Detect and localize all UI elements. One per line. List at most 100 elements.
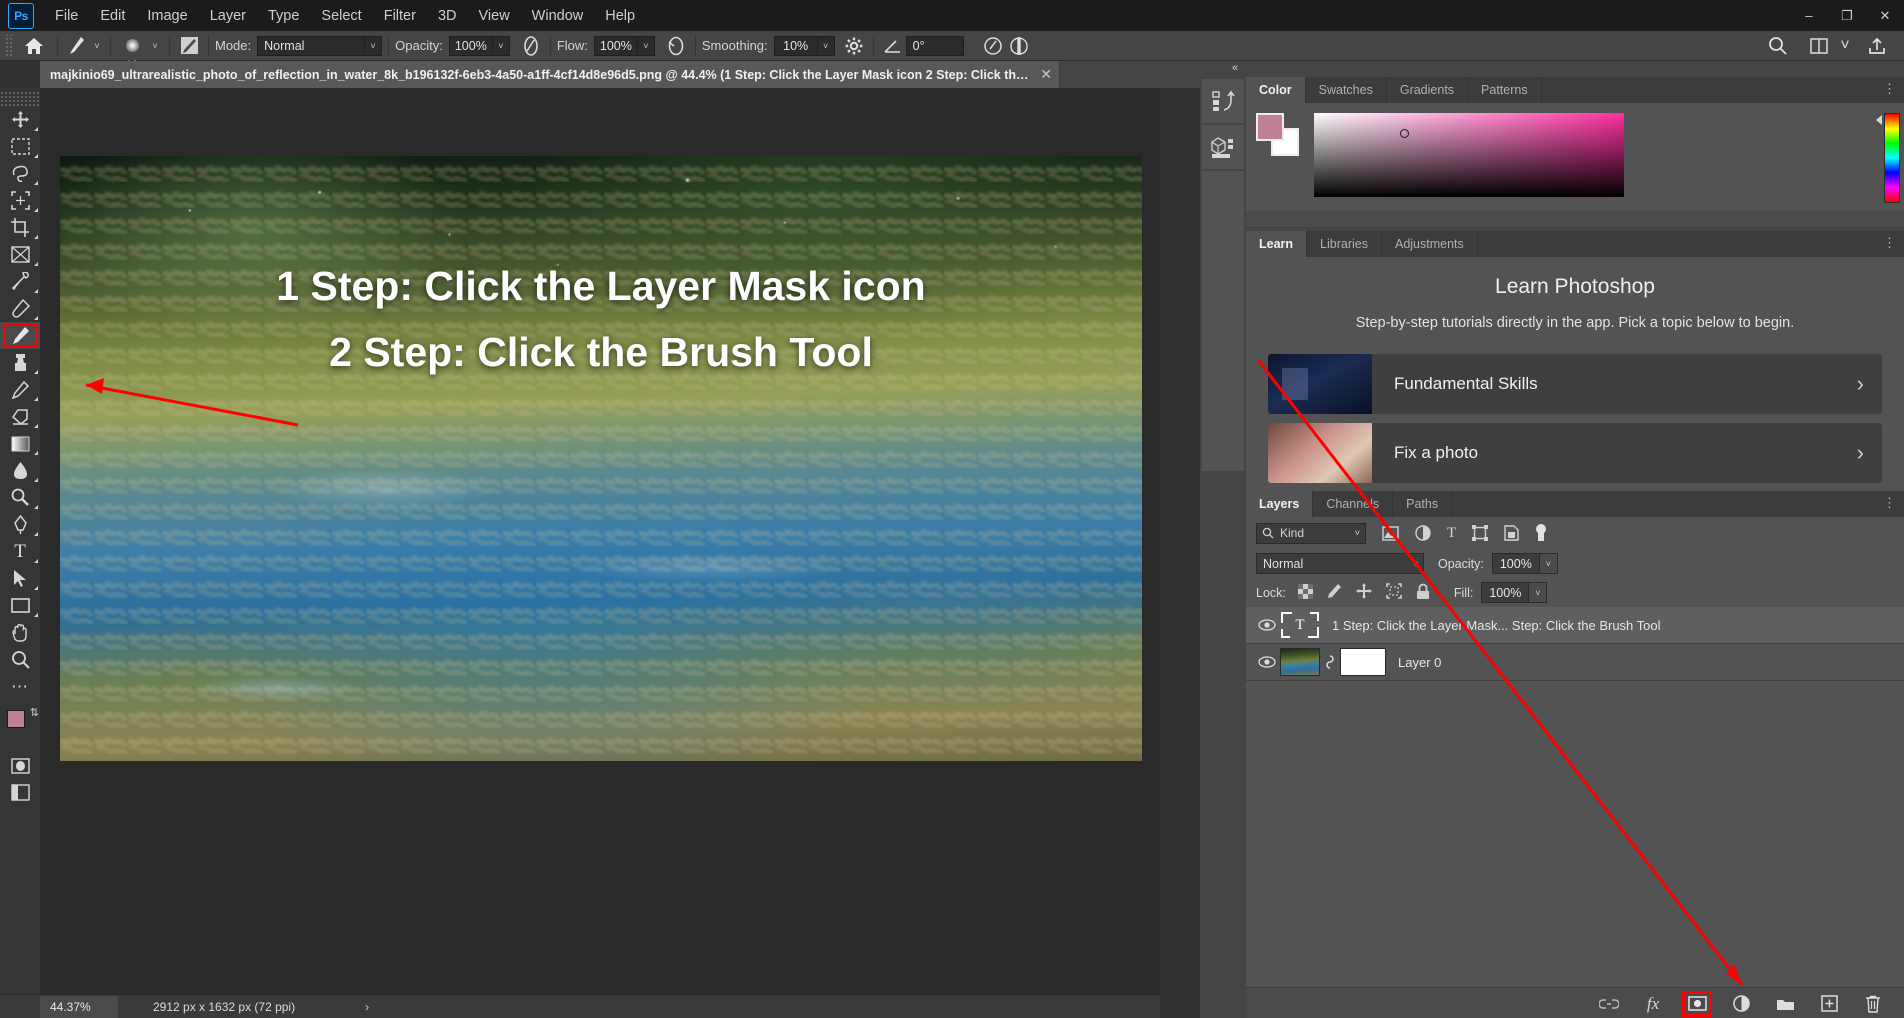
new-layer-icon[interactable] [1818, 993, 1840, 1015]
menu-layer[interactable]: Layer [199, 2, 257, 30]
lock-position-icon[interactable] [1355, 583, 1372, 602]
color-spectrum-ramp[interactable] [1314, 113, 1624, 197]
tools-panel-grip[interactable] [0, 92, 40, 106]
tool-crop[interactable] [0, 214, 40, 241]
layer-filter-kind-dropdown[interactable]: Kind ˅ [1256, 522, 1366, 544]
tab-learn[interactable]: Learn [1246, 231, 1308, 257]
tool-edit-toolbar[interactable]: ⋯ [0, 673, 40, 700]
swap-colors-icon[interactable]: ⇅ [30, 706, 39, 719]
layer-opacity-input[interactable]: 100% ˅ [1491, 553, 1558, 574]
tool-history-brush[interactable] [0, 376, 40, 403]
tool-spot-healing-brush[interactable] [0, 295, 40, 322]
flow-input[interactable]: 100% ˅ [593, 35, 655, 56]
brush-settings-chevron-icon[interactable]: ˅ [147, 41, 163, 51]
canvas-area[interactable]: 1 Step: Click the Layer Mask icon 2 Step… [40, 88, 1160, 994]
menu-select[interactable]: Select [310, 2, 372, 30]
tool-eyedropper[interactable] [0, 268, 40, 295]
layer-visibility-icon[interactable] [1254, 619, 1280, 631]
menu-view[interactable]: View [468, 2, 521, 30]
layer-row-text[interactable]: T 1 Step: Click the Layer Mask... Step: … [1246, 607, 1904, 644]
layer-style-fx-icon[interactable]: fx [1642, 993, 1664, 1015]
layer-mask-link-icon[interactable] [1320, 653, 1340, 671]
tool-object-selection[interactable] [0, 187, 40, 214]
new-fill-adjustment-layer-icon[interactable] [1730, 993, 1752, 1015]
tool-hand[interactable] [0, 619, 40, 646]
menu-help[interactable]: Help [594, 2, 646, 30]
screen-mode-icon[interactable] [0, 779, 40, 806]
brush-angle-value[interactable]: 0° [905, 35, 964, 56]
brush-tool-preset-icon[interactable] [64, 34, 90, 58]
menu-file[interactable]: File [44, 2, 89, 30]
collapse-panels-icon[interactable]: « [1232, 62, 1238, 74]
home-icon[interactable] [17, 34, 51, 58]
tab-adjustments[interactable]: Adjustments [1381, 231, 1478, 257]
tab-layers[interactable]: Layers [1246, 491, 1314, 517]
new-group-icon[interactable] [1774, 993, 1796, 1015]
layer-visibility-icon[interactable] [1254, 656, 1280, 668]
tool-blur[interactable] [0, 457, 40, 484]
learn-panel-menu-icon[interactable]: ⋮ [1883, 235, 1897, 251]
layer-thumbnail-text-icon[interactable]: T [1280, 611, 1320, 639]
blend-mode-dropdown[interactable]: Normal ˅ [257, 35, 383, 56]
filter-shape-icon[interactable] [1472, 525, 1489, 541]
tab-patterns[interactable]: Patterns [1468, 77, 1542, 103]
learn-card-fix-a-photo[interactable]: Fix a photo › [1268, 423, 1882, 484]
tool-clone-stamp[interactable] [0, 349, 40, 376]
tab-libraries[interactable]: Libraries [1307, 231, 1382, 257]
brush-angle-icon[interactable] [880, 34, 906, 58]
brush-preset-chevron-icon[interactable]: ˅ [90, 41, 104, 51]
maximize-button[interactable]: ❐ [1828, 0, 1866, 31]
layer-fill-input[interactable]: 100% ˅ [1481, 582, 1548, 603]
toggle-brush-panel-icon[interactable] [176, 34, 202, 58]
lock-image-pixels-icon[interactable] [1327, 583, 1342, 602]
close-button[interactable]: ✕ [1866, 0, 1904, 31]
lock-artboard-icon[interactable] [1386, 583, 1402, 602]
learn-card-fundamental-skills[interactable]: Fundamental Skills › [1268, 354, 1882, 415]
delete-layer-icon[interactable] [1862, 993, 1884, 1015]
foreground-background-color-swatches[interactable]: ⇅ [0, 706, 40, 746]
tab-paths[interactable]: Paths [1393, 491, 1453, 517]
image-artboard[interactable]: 1 Step: Click the Layer Mask icon 2 Step… [60, 156, 1142, 761]
menu-image[interactable]: Image [136, 2, 198, 30]
lock-all-icon[interactable] [1416, 583, 1430, 603]
layer-blend-mode-dropdown[interactable]: Normal ˅ [1256, 553, 1424, 574]
tool-frame[interactable] [0, 241, 40, 268]
filter-type-icon[interactable]: T [1447, 525, 1456, 542]
color-panel-swatches[interactable] [1256, 113, 1300, 156]
tool-gradient[interactable] [0, 430, 40, 457]
menu-window[interactable]: Window [521, 2, 595, 30]
tool-horizontal-type[interactable]: T [0, 538, 40, 565]
status-bar-chevron-icon[interactable]: › [365, 1000, 369, 1014]
menu-filter[interactable]: Filter [373, 2, 427, 30]
tool-brush[interactable] [0, 322, 40, 349]
brush-size-preview[interactable]: 13 [117, 34, 147, 71]
tool-lasso[interactable] [0, 160, 40, 187]
tool-path-selection[interactable] [0, 565, 40, 592]
minimize-button[interactable]: – [1790, 0, 1828, 31]
layer-thumbnail-image[interactable] [1280, 648, 1320, 676]
close-icon[interactable]: ✕ [1040, 66, 1052, 83]
butterfly-symmetry-icon[interactable] [1006, 34, 1032, 58]
color-panel-foreground-swatch[interactable] [1256, 113, 1284, 141]
tool-eraser[interactable] [0, 403, 40, 430]
menu-type[interactable]: Type [257, 2, 310, 30]
foreground-color-swatch[interactable] [7, 710, 25, 728]
tool-rectangular-marquee[interactable] [0, 133, 40, 160]
tool-dodge[interactable] [0, 484, 40, 511]
filter-adjustment-icon[interactable] [1415, 525, 1431, 541]
document-tab[interactable]: majkinio69_ultrarealistic_photo_of_refle… [40, 61, 1060, 88]
options-bar-grip[interactable] [4, 34, 14, 57]
search-icon[interactable] [1764, 34, 1790, 58]
tool-rectangle[interactable] [0, 592, 40, 619]
share-icon[interactable] [1864, 34, 1890, 58]
tab-channels[interactable]: Channels [1313, 491, 1394, 517]
tool-pen[interactable] [0, 511, 40, 538]
3d-panel-icon[interactable] [1202, 125, 1244, 169]
lock-transparent-pixels-icon[interactable] [1297, 583, 1313, 602]
menu-edit[interactable]: Edit [89, 2, 136, 30]
zoom-level-field[interactable]: 44.37% [40, 995, 118, 1018]
menu-3d[interactable]: 3D [427, 2, 468, 30]
hue-slider[interactable] [1884, 113, 1900, 203]
arrange-documents-icon[interactable] [1806, 34, 1832, 58]
color-panel-menu-icon[interactable]: ⋮ [1883, 81, 1897, 97]
